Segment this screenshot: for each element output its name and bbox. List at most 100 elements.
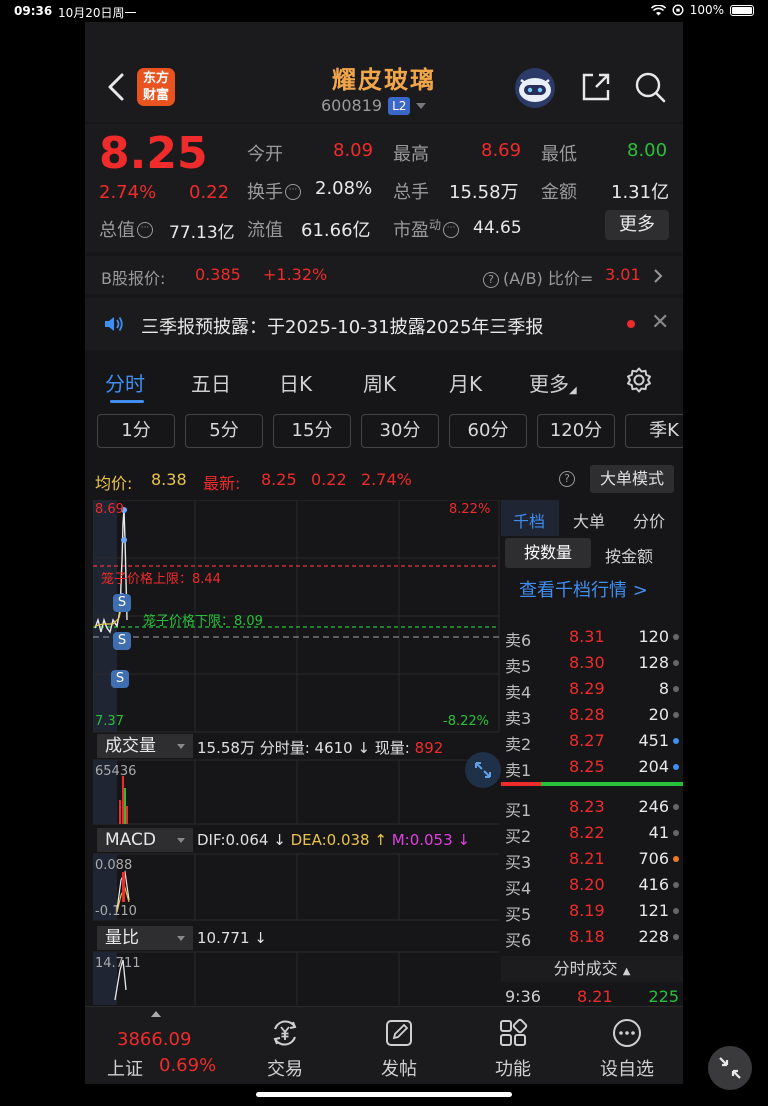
period-120min[interactable]: 120分 <box>537 414 615 448</box>
dropdown-caret-icon <box>416 102 427 109</box>
bid-level-volume: 121 <box>638 901 669 920</box>
tick-trades-header[interactable]: 分时成交 ▲ <box>501 956 683 982</box>
order-marker-dot <box>673 830 679 836</box>
sell-signal-marker[interactable]: S <box>113 594 131 612</box>
order-book-panel: 千档 大单 分价 按数量 按金额 查看千档行情 > 卖6 8.31 120 卖5 8.3… <box>501 500 683 1034</box>
ab-ratio-label: ? (A/B) 比价= <box>483 265 593 289</box>
period-30min[interactable]: 30分 <box>361 414 439 448</box>
ab-ratio-value: 3.01 <box>605 265 641 284</box>
help-icon[interactable]: ? <box>483 272 499 288</box>
tab-weekly-k[interactable]: 周K <box>363 368 396 397</box>
home-indicator[interactable] <box>256 1092 512 1097</box>
bid-level-row[interactable]: 买4 8.20 416 <box>501 872 683 898</box>
ratio-grid <box>93 951 499 1005</box>
sell-signal-marker[interactable]: S <box>113 632 131 650</box>
macd-pane-header: MACD DIF:0.064 ↓ DEA:0.038 ↑ M:0.053 ↓ <box>93 828 501 854</box>
gear-icon[interactable] <box>625 366 653 394</box>
change-percent: 2.74% <box>99 182 157 203</box>
period-60min[interactable]: 60分 <box>449 414 527 448</box>
tab-big-orders[interactable]: 大单 <box>573 508 605 532</box>
macd-top-label: 0.088 <box>95 858 133 873</box>
tab-more[interactable]: 更多◢ <box>529 368 577 397</box>
index-name[interactable]: 上证 <box>107 1055 143 1081</box>
tab-price-distribution[interactable]: 分价 <box>633 508 665 532</box>
search-icon[interactable] <box>633 70 667 104</box>
status-date: 10月20日周一 <box>58 6 137 20</box>
bid-level-row[interactable]: 买1 8.23 246 <box>501 794 683 820</box>
volume-bar <box>119 800 121 824</box>
order-marker-dot <box>673 686 679 692</box>
ask-level-row[interactable]: 卖2 8.27 451 <box>501 728 683 754</box>
b-share-row[interactable]: B股报价: 0.385 +1.32% ? (A/B) 比价= 3.01 <box>85 256 683 294</box>
ask-level-name: 卖2 <box>505 735 532 754</box>
announcement-text: 三季报预披露：于2025-10-31披露2025年三季报 <box>141 317 544 338</box>
ratio-pane-header: 量比 10.771 ↓ <box>93 926 501 952</box>
bid-level-row[interactable]: 买3 8.21 706 <box>501 846 683 872</box>
tab-depth[interactable]: 千档 <box>513 508 545 532</box>
ask-level-row[interactable]: 卖4 8.29 8 <box>501 676 683 702</box>
share-icon[interactable] <box>579 70 613 104</box>
period-15min[interactable]: 15分 <box>273 414 351 448</box>
collapse-window-button[interactable] <box>708 1046 752 1090</box>
tab-daily-k[interactable]: 日K <box>279 368 312 397</box>
ask-level-row[interactable]: 卖6 8.31 120 <box>501 624 683 650</box>
stock-code-selector[interactable]: 600819 L2 <box>321 96 427 115</box>
shrink-arrows-icon <box>719 1057 741 1079</box>
ask-level-row[interactable]: 卖1 8.25 204 <box>501 754 683 780</box>
view-full-depth-link[interactable]: 查看千档行情 > <box>519 576 648 602</box>
by-amount-button[interactable]: 按金额 <box>605 543 653 567</box>
more-dots-icon: ··· <box>285 184 301 200</box>
tab-five-day[interactable]: 五日 <box>191 368 231 397</box>
macd-indicator-selector[interactable]: MACD <box>97 828 193 852</box>
intraday-chart[interactable]: 8.69 8.22% 笼子价格上限：8.44 笼子价格下限：8.09 7.37 … <box>93 500 501 1005</box>
ask-level-price: 8.31 <box>569 627 605 646</box>
bid-level-row[interactable]: 买2 8.22 41 <box>501 820 683 846</box>
status-bar: 09:36 10月20日周一 100% <box>0 0 768 22</box>
volume-bar <box>122 776 124 824</box>
bid-level-name: 买1 <box>505 801 532 820</box>
latest-value: 8.25 <box>261 470 297 489</box>
latest-percent: 2.74% <box>361 470 412 489</box>
current-price: 8.25 <box>99 128 208 179</box>
sell-signal-marker[interactable]: S <box>111 670 129 688</box>
tick-time: 9:36 <box>505 987 541 1006</box>
by-quantity-button[interactable]: 按数量 <box>505 538 591 568</box>
bid-level-name: 买2 <box>505 827 532 846</box>
tab-intraday[interactable]: 分时 <box>105 368 145 397</box>
expand-chart-button[interactable] <box>465 752 501 788</box>
nav-add-watchlist[interactable]: 设自选 <box>587 1017 667 1081</box>
help-icon[interactable]: ? <box>559 471 575 487</box>
ask-level-row[interactable]: 卖5 8.30 128 <box>501 650 683 676</box>
bid-level-row[interactable]: 买5 8.19 121 <box>501 898 683 924</box>
more-button[interactable]: 更多 <box>605 210 669 240</box>
index-value[interactable]: 3866.09 <box>117 1029 191 1050</box>
ai-assistant-robot-icon[interactable] <box>513 66 557 110</box>
nav-functions[interactable]: 功能 <box>473 1017 553 1081</box>
ask-level-name: 卖3 <box>505 709 532 728</box>
volume-indicator-selector[interactable]: 成交量 <box>97 734 193 758</box>
period-1min[interactable]: 1分 <box>97 414 175 448</box>
bid-level-volume: 228 <box>638 927 669 946</box>
expand-up-icon[interactable] <box>151 1011 161 1017</box>
high-label: 最高 <box>393 144 429 165</box>
period-5min[interactable]: 5分 <box>185 414 263 448</box>
grid-apps-icon <box>500 1018 528 1046</box>
close-icon[interactable]: ✕ <box>651 310 669 335</box>
more-circle-icon <box>613 1019 641 1047</box>
bottom-bar: 3866.09 上证 0.69% 交易 发帖 功能 设自选 <box>85 1006 683 1084</box>
volume-pane-header: 成交量 15.58万 分时量: 4610 ↓ 现量: 892 <box>93 734 501 760</box>
bid-level-volume: 246 <box>638 797 669 816</box>
ask-level-row[interactable]: 卖3 8.28 20 <box>501 702 683 728</box>
ratio-indicator-selector[interactable]: 量比 <box>97 926 193 950</box>
tab-monthly-k[interactable]: 月K <box>449 368 482 397</box>
period-quarterly-k[interactable]: 季K <box>625 414 683 448</box>
nav-trade[interactable]: 交易 <box>245 1017 325 1081</box>
announcement-bar[interactable]: 三季报预披露：于2025-10-31披露2025年三季报 ✕ <box>85 298 683 350</box>
level2-badge: L2 <box>388 96 411 115</box>
nav-post[interactable]: 发帖 <box>359 1017 439 1081</box>
big-order-mode-button[interactable]: 大单模式 <box>590 465 674 493</box>
pe-label: 市盈动 ··· <box>393 216 461 242</box>
bid-level-price: 8.22 <box>569 823 605 842</box>
bid-level-row[interactable]: 买6 8.18 228 <box>501 924 683 950</box>
macd-grid <box>93 853 499 921</box>
